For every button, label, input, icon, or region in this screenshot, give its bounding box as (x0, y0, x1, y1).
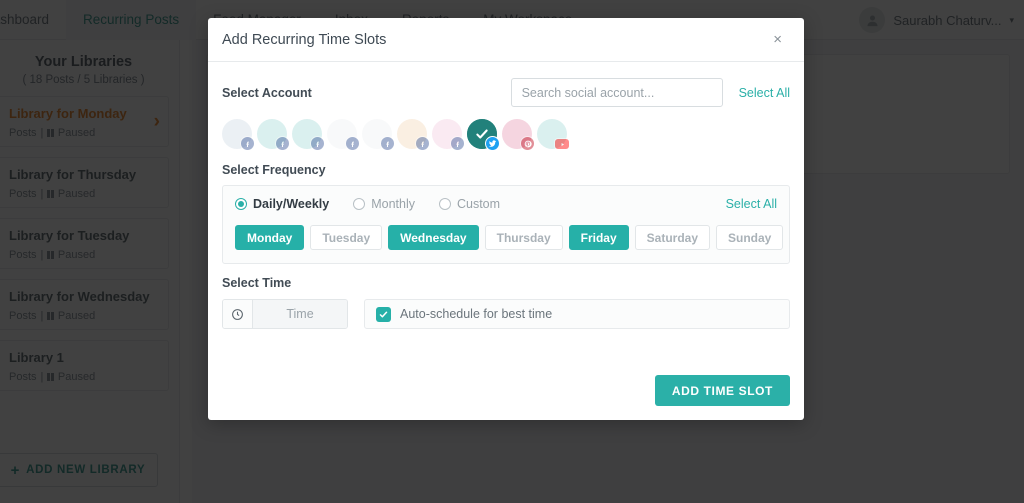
modal-body: Select Account Select All Select Frequen… (208, 62, 804, 360)
facebook-icon (415, 136, 430, 151)
frequency-radio-label: Monthly (371, 197, 415, 211)
radio-icon (235, 198, 247, 210)
pinterest-icon (520, 136, 535, 151)
time-row: Auto-schedule for best time (222, 299, 790, 329)
frequency-radio-monthly[interactable]: Monthly (353, 197, 415, 211)
search-input[interactable] (510, 78, 723, 107)
facebook-icon (345, 136, 360, 151)
day-button-sunday[interactable]: Sunday (716, 225, 784, 250)
frequency-radio-label: Daily/Weekly (253, 197, 330, 211)
auto-schedule-checkbox[interactable] (376, 306, 391, 322)
day-button-monday[interactable]: Monday (235, 225, 305, 250)
select-all-accounts-link[interactable]: Select All (739, 86, 790, 100)
modal-footer: ADD TIME SLOT (208, 360, 804, 420)
add-recurring-time-slots-modal: Add Recurring Time Slots × Select Accoun… (208, 18, 804, 420)
auto-schedule-label: Auto-schedule for best time (400, 307, 553, 321)
facebook-icon (275, 136, 290, 151)
social-accounts-list (222, 117, 790, 151)
facebook-icon (450, 136, 465, 151)
day-button-thursday[interactable]: Thursday (484, 225, 563, 250)
social-account-facebook[interactable] (292, 119, 325, 151)
social-account-facebook[interactable] (362, 119, 395, 151)
radio-icon (438, 198, 451, 210)
day-button-wednesday[interactable]: Wednesday (388, 225, 479, 250)
youtube-icon (554, 138, 570, 150)
social-account-facebook[interactable] (327, 119, 360, 151)
day-selector: Monday Tuesday Wednesday Thursday Friday Satu… (235, 225, 784, 250)
close-icon[interactable]: × (769, 29, 786, 50)
day-button-tuesday[interactable]: Tuesday (310, 225, 383, 250)
twitter-icon (485, 136, 500, 151)
day-button-friday[interactable]: Friday (568, 225, 629, 250)
social-account-twitter[interactable] (467, 119, 500, 151)
clock-icon (223, 300, 253, 328)
select-account-label: Select Account (222, 85, 312, 100)
time-input[interactable] (253, 300, 347, 328)
time-field[interactable] (222, 299, 348, 329)
day-button-saturday[interactable]: Saturday (634, 225, 710, 250)
modal-header: Add Recurring Time Slots × (208, 18, 804, 62)
frequency-radio-daily-weekly[interactable]: Daily/Weekly (235, 197, 329, 211)
social-account-facebook[interactable] (222, 119, 255, 151)
social-account-youtube[interactable] (537, 119, 570, 150)
add-time-slot-button[interactable]: ADD TIME SLOT (654, 375, 790, 406)
frequency-panel: Daily/Weekly Monthly Custom Select All Mon… (222, 185, 790, 264)
frequency-radio-custom[interactable]: Custom (438, 197, 501, 211)
facebook-icon (380, 136, 395, 151)
social-account-pinterest[interactable] (502, 119, 535, 151)
social-account-facebook[interactable] (397, 119, 430, 151)
facebook-icon (240, 136, 255, 151)
select-all-days-link[interactable]: Select All (726, 197, 777, 211)
radio-icon (353, 198, 366, 210)
select-time-label: Select Time (222, 276, 292, 290)
facebook-icon (310, 136, 325, 151)
app-root: DashboardRecurring PostsFeed ManagerInbo… (0, 0, 1024, 503)
frequency-radio-group: Daily/Weekly Monthly Custom (235, 197, 524, 211)
auto-schedule-row[interactable]: Auto-schedule for best time (364, 299, 790, 329)
frequency-radio-label: Custom (456, 197, 501, 211)
select-frequency-label: Select Frequency (222, 163, 326, 177)
select-account-row: Select Account Select All (222, 78, 790, 107)
social-account-facebook[interactable] (432, 119, 465, 151)
social-account-facebook[interactable] (257, 119, 290, 151)
frequency-options-row: Daily/Weekly Monthly Custom Select All (235, 197, 777, 211)
modal-title: Add Recurring Time Slots (222, 31, 387, 48)
